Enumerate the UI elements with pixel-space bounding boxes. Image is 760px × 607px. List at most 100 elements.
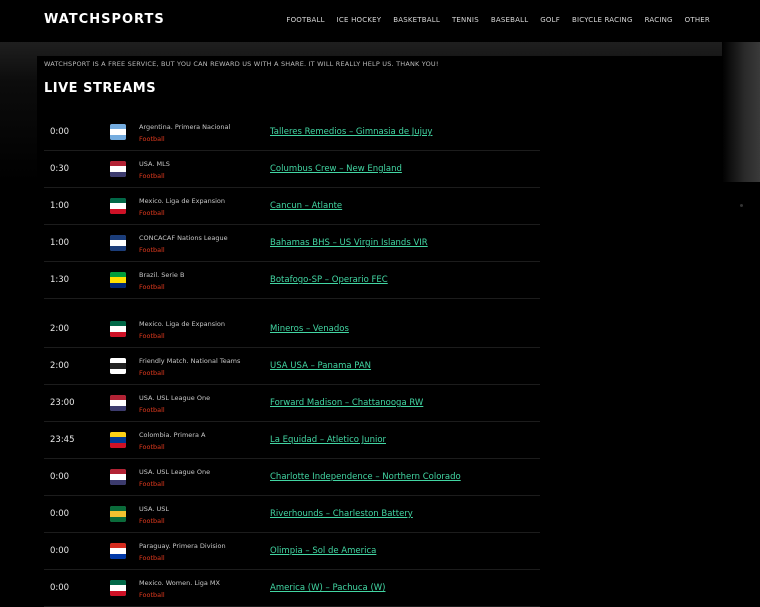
country-flag-icon — [110, 321, 126, 337]
league-name: USA. MLS — [139, 160, 170, 168]
match-link[interactable]: Talleres Remedios – Gimnasia de Jujuy — [270, 127, 432, 137]
nav-item-baseball[interactable]: BASEBALL — [491, 16, 528, 24]
sport-label[interactable]: Football — [139, 135, 165, 143]
sport-label[interactable]: Football — [139, 406, 165, 414]
sport-label[interactable]: Football — [139, 369, 165, 377]
stream-time: 0:00 — [50, 583, 70, 593]
flag-stripe — [110, 208, 126, 214]
flag-stripe — [110, 553, 126, 559]
stream-row[interactable]: 1:00 Mexico. Liga de Expansion Football Can… — [44, 188, 540, 225]
country-flag-icon — [110, 580, 126, 596]
league-name: Mexico. Women. Liga MX — [139, 579, 220, 587]
hero-edge — [722, 42, 760, 182]
sport-label[interactable]: Football — [139, 443, 165, 451]
nav-item-other[interactable]: OTHER — [685, 16, 710, 24]
stream-time: 2:00 — [50, 361, 70, 371]
stream-row[interactable]: 23:00 USA. USL League One Football Forward … — [44, 385, 540, 422]
league-name: Friendly Match. National Teams — [139, 357, 241, 365]
country-flag-icon — [110, 358, 126, 374]
stream-row[interactable]: 2:00 Mexico. Liga de Expansion Football Min… — [44, 311, 540, 348]
match-link[interactable]: Mineros – Venados — [270, 324, 349, 334]
match-link[interactable]: Columbus Crew – New England — [270, 164, 402, 174]
league-name: USA. USL League One — [139, 468, 211, 476]
country-flag-icon — [110, 272, 126, 288]
stream-row[interactable]: 0:30 USA. MLS Football Columbus Crew – New … — [44, 151, 540, 188]
stream-time: 23:00 — [50, 398, 75, 408]
league-name: Colombia. Primera A — [139, 431, 206, 439]
flag-stripe — [110, 368, 126, 374]
country-flag-icon — [110, 543, 126, 559]
country-flag-icon — [110, 161, 126, 177]
league-name: USA. USL League One — [139, 394, 211, 402]
stream-time: 0:00 — [50, 472, 70, 482]
stream-time: 2:00 — [50, 324, 70, 334]
match-link[interactable]: America (W) – Pachuca (W) — [270, 583, 385, 593]
stream-row[interactable]: 0:00 Argentina. Primera Nacional Football T… — [44, 114, 540, 151]
stream-time: 0:30 — [50, 164, 70, 174]
stream-time: 0:00 — [50, 509, 70, 519]
country-flag-icon — [110, 235, 126, 251]
site-logo[interactable]: WATCHSPORTS — [44, 12, 165, 27]
country-flag-icon — [110, 506, 126, 522]
flag-stripe — [110, 331, 126, 337]
sport-label[interactable]: Football — [139, 283, 165, 291]
league-name: Argentina. Primera Nacional — [139, 123, 231, 131]
stream-row[interactable]: 1:30 Brazil. Serie B Football Botafogo-SP –… — [44, 262, 540, 299]
flag-stripe — [110, 405, 126, 411]
country-flag-icon — [110, 198, 126, 214]
stream-row[interactable]: 0:00 Mexico. Women. Liga MX Football Americ… — [44, 570, 540, 607]
flag-stripe — [110, 134, 126, 140]
stream-time: 1:00 — [50, 201, 70, 211]
nav-item-ice-hockey[interactable]: ICE HOCKEY — [337, 16, 382, 24]
scroll-indicator — [740, 204, 743, 207]
stream-row[interactable]: 0:00 USA. USL Football Riverhounds – Charle… — [44, 496, 540, 533]
nav-item-racing[interactable]: RACING — [645, 16, 673, 24]
page-title: LIVE STREAMS — [44, 81, 157, 96]
sport-label[interactable]: Football — [139, 332, 165, 340]
flag-stripe — [110, 442, 126, 448]
match-link[interactable]: Riverhounds – Charleston Battery — [270, 509, 413, 519]
match-link[interactable]: La Equidad – Atletico Junior — [270, 435, 386, 445]
sport-label[interactable]: Football — [139, 517, 165, 525]
match-link[interactable]: Botafogo-SP – Operario FEC — [270, 275, 388, 285]
stream-list: 0:00 Argentina. Primera Nacional Football T… — [44, 114, 540, 607]
stream-row[interactable]: 0:00 USA. USL League One Football Charlotte… — [44, 459, 540, 496]
stream-row[interactable]: 2:00 Friendly Match. National Teams Footba… — [44, 348, 540, 385]
flag-stripe — [110, 479, 126, 485]
sport-label[interactable]: Football — [139, 246, 165, 254]
flag-stripe — [110, 516, 126, 522]
sport-label[interactable]: Football — [139, 591, 165, 599]
stream-time: 0:00 — [50, 546, 70, 556]
sport-label[interactable]: Football — [139, 480, 165, 488]
stream-time: 1:30 — [50, 275, 70, 285]
stream-row[interactable]: 0:00 Paraguay. Primera Division Football Ol… — [44, 533, 540, 570]
league-name: Paraguay. Primera Division — [139, 542, 226, 550]
nav-item-football[interactable]: FOOTBALL — [286, 16, 324, 24]
nav-item-basketball[interactable]: BASKETBALL — [393, 16, 440, 24]
league-name: Mexico. Liga de Expansion — [139, 197, 225, 205]
sport-label[interactable]: Football — [139, 554, 165, 562]
sport-label[interactable]: Football — [139, 172, 165, 180]
match-link[interactable]: USA USA – Panama PAN — [270, 361, 371, 371]
match-link[interactable]: Cancun – Atlante — [270, 201, 342, 211]
main-nav: FOOTBALL ICE HOCKEY BASKETBALL TENNIS BASEBA… — [274, 16, 710, 24]
sport-label[interactable]: Football — [139, 209, 165, 217]
flag-stripe — [110, 171, 126, 177]
stream-row[interactable]: 1:00 CONCACAF Nations League Football Baham… — [44, 225, 540, 262]
country-flag-icon — [110, 395, 126, 411]
stream-time: 0:00 — [50, 127, 70, 137]
nav-item-bicycle-racing[interactable]: BICYCLE RACING — [572, 16, 633, 24]
league-name: Brazil. Serie B — [139, 271, 185, 279]
country-flag-icon — [110, 432, 126, 448]
nav-item-golf[interactable]: GOLF — [540, 16, 560, 24]
stream-row[interactable]: 23:45 Colombia. Primera A Football La Equid… — [44, 422, 540, 459]
match-link[interactable]: Olimpia – Sol de America — [270, 546, 376, 556]
country-flag-icon — [110, 124, 126, 140]
flag-stripe — [110, 245, 126, 251]
match-link[interactable]: Forward Madison – Chattanooga RW — [270, 398, 423, 408]
nav-item-tennis[interactable]: TENNIS — [452, 16, 479, 24]
stream-time: 1:00 — [50, 238, 70, 248]
match-link[interactable]: Bahamas BHS – US Virgin Islands VIR — [270, 238, 428, 248]
flag-stripe — [110, 282, 126, 288]
match-link[interactable]: Charlotte Independence – Northern Colora… — [270, 472, 461, 482]
